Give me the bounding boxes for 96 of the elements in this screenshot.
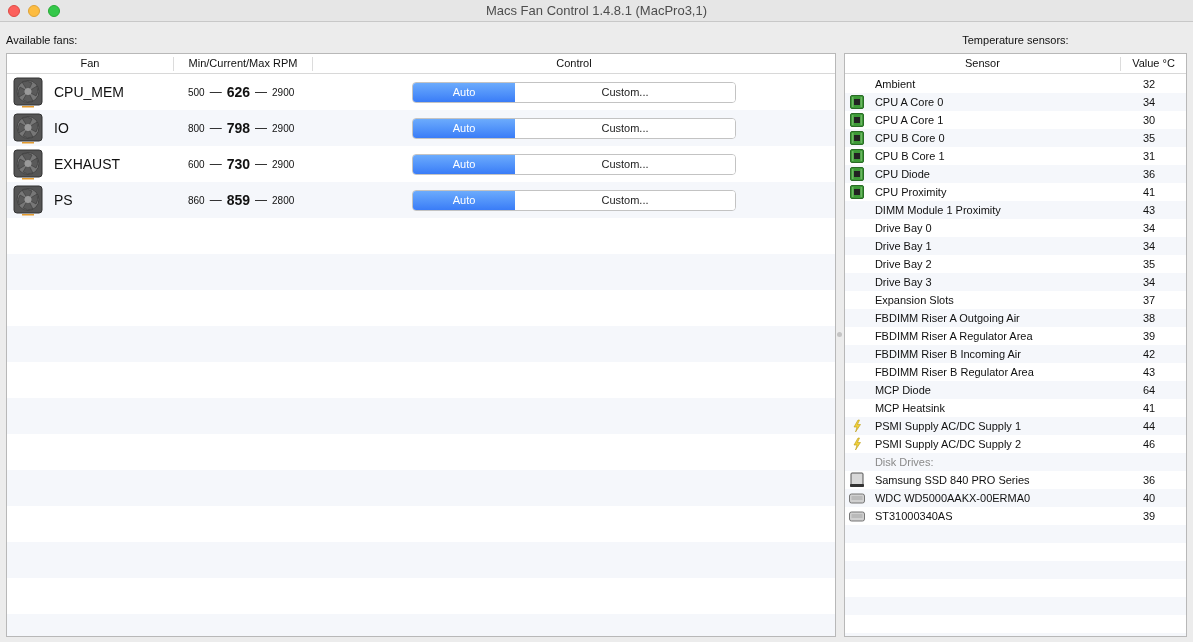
sensor-name: FBDIMM Riser A Regulator Area [874, 329, 1033, 342]
sensor-name: CPU B Core 0 [874, 131, 945, 144]
sensor-value: 34 [1142, 238, 1156, 254]
sensor-name: Ambient [874, 77, 916, 90]
split-handle[interactable] [837, 332, 843, 337]
group-heading: Disk Drives: [874, 454, 934, 470]
sensor-value: 32 [1142, 76, 1156, 92]
sensor-name: CPU A Core 1 [874, 113, 944, 126]
chip-icon [849, 185, 864, 199]
fan-name: IO [54, 118, 69, 138]
sensor-name: CPU Proximity [874, 185, 947, 198]
sensor-value: 42 [1142, 346, 1156, 362]
current-rpm: 626 [226, 82, 251, 102]
sensor-value: 38 [1142, 310, 1156, 326]
drive-icon [848, 472, 865, 488]
fan-name: EXHAUST [54, 154, 121, 174]
sensor-name: PSMI Supply AC/DC Supply 1 [874, 419, 1021, 432]
sensor-name: ST31000340AS [874, 509, 953, 522]
column-header[interactable]: Fan [80, 55, 100, 72]
current-rpm: 730 [226, 154, 251, 174]
chip-icon [849, 113, 864, 127]
min-rpm: 600 [188, 157, 205, 172]
sensor-name: Samsung SSD 840 PRO Series [874, 473, 1030, 486]
dash-separator: — [209, 120, 222, 137]
sensor-value: 43 [1142, 202, 1156, 218]
sensor-name: FBDIMM Riser A Outgoing Air [874, 311, 1020, 324]
dash-separator: — [255, 156, 268, 173]
sensor-name: MCP Diode [874, 383, 931, 396]
sensor-value: 35 [1142, 130, 1156, 146]
zoom-button[interactable] [48, 5, 60, 17]
sensor-name: Drive Bay 1 [874, 239, 932, 252]
chip-icon [849, 95, 864, 109]
sensor-name: FBDIMM Riser B Incoming Air [874, 347, 1021, 360]
fan-icon [13, 148, 43, 180]
min-rpm: 500 [188, 85, 205, 100]
dash-separator: — [209, 192, 222, 209]
section-label: Temperature sensors: [962, 33, 1069, 48]
chip-icon [849, 131, 864, 145]
sensor-name: DIMM Module 1 Proximity [874, 203, 1001, 216]
dash-separator: — [209, 84, 222, 101]
column-header[interactable]: Control [556, 55, 592, 72]
sensor-name: FBDIMM Riser B Regulator Area [874, 365, 1034, 378]
chip-icon [849, 149, 864, 163]
min-rpm: 800 [188, 121, 205, 136]
sensor-value: 41 [1142, 184, 1156, 200]
sensor-value: 43 [1142, 364, 1156, 380]
close-button[interactable] [8, 5, 20, 17]
sensor-name: PSMI Supply AC/DC Supply 2 [874, 437, 1021, 450]
section-label: Available fans: [6, 33, 78, 48]
sensor-value: 30 [1142, 112, 1156, 128]
min-rpm: 860 [188, 193, 205, 208]
sensor-value: 39 [1142, 328, 1156, 344]
max-rpm: 2900 [272, 157, 295, 172]
dash-separator: — [209, 156, 222, 173]
chip-icon [849, 167, 864, 181]
sensor-value: 40 [1142, 490, 1156, 506]
dash-separator: — [255, 120, 268, 137]
minimize-button[interactable] [28, 5, 40, 17]
dash-separator: — [255, 84, 268, 101]
current-rpm: 859 [226, 190, 251, 210]
sensor-name: Drive Bay 0 [874, 221, 932, 234]
sensor-value: 37 [1142, 292, 1156, 308]
current-rpm: 798 [226, 118, 251, 138]
column-header[interactable]: Min/Current/Max RPM [188, 55, 298, 72]
fan-name: CPU_MEM [54, 82, 124, 102]
sensor-value: 34 [1142, 94, 1156, 110]
sensor-value: 44 [1142, 418, 1156, 434]
sensor-value: 46 [1142, 436, 1156, 452]
sensor-value: 36 [1142, 472, 1156, 488]
max-rpm: 2800 [272, 193, 295, 208]
sensor-value: 41 [1142, 400, 1156, 416]
dash-separator: — [255, 192, 268, 209]
column-header[interactable]: Value °C [1132, 55, 1175, 72]
sensor-name: CPU A Core 0 [874, 95, 944, 108]
sensor-value: 34 [1142, 220, 1156, 236]
fan-icon [13, 184, 43, 216]
fan-icon [13, 76, 43, 108]
sensor-name: Expansion Slots [874, 293, 954, 306]
sensor-name: WDC WD5000AAKX-00ERMA0 [874, 491, 1031, 504]
sensor-value: 34 [1142, 274, 1156, 290]
sensor-name: CPU Diode [874, 167, 930, 180]
sensor-name: Drive Bay 3 [874, 275, 932, 288]
sensor-value: 64 [1142, 382, 1156, 398]
sensor-value: 35 [1142, 256, 1156, 272]
max-rpm: 2900 [272, 121, 295, 136]
max-rpm: 2900 [272, 85, 295, 100]
fan-icon [13, 112, 43, 144]
sensor-value: 31 [1142, 148, 1156, 164]
sensor-value: 39 [1142, 508, 1156, 524]
window-title: Macs Fan Control 1.4.8.1 (MacPro3,1) [485, 1, 708, 20]
sensor-name: Drive Bay 2 [874, 257, 932, 270]
sensor-name: CPU B Core 1 [874, 149, 945, 162]
column-header[interactable]: Sensor [965, 55, 1000, 72]
fan-name: PS [54, 190, 73, 210]
sensor-name: MCP Heatsink [874, 401, 945, 414]
sensor-value: 36 [1142, 166, 1156, 182]
